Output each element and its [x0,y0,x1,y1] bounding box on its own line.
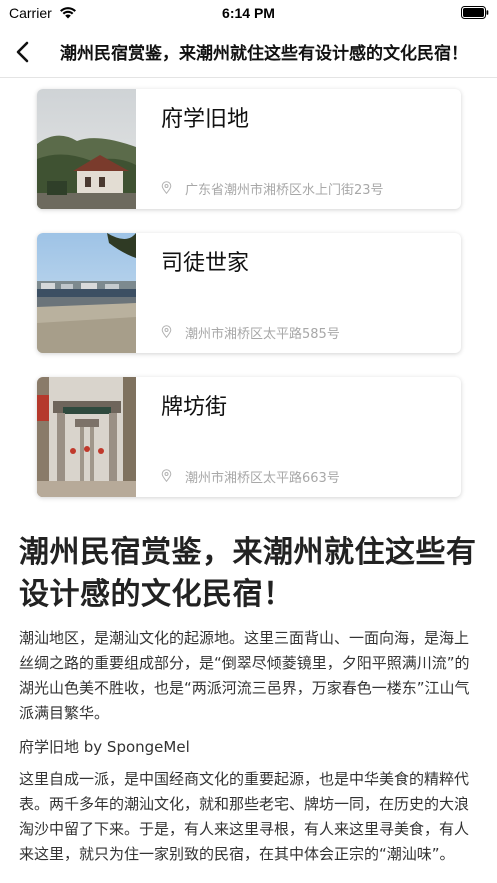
homestay-card[interactable]: 司徒世家 潮州市湘桥区太平路585号 [37,233,461,353]
card-address: 广东省潮州市湘桥区水上门街23号 [185,183,384,198]
navigation-bar: 潮州民宿赏鉴，来潮州就住这些有设计感的文化民宿！ [0,26,497,78]
homestay-card[interactable]: 府学旧地 广东省潮州市湘桥区水上门街23号 [37,89,461,209]
location-pin-icon [161,469,172,482]
card-title: 牌坊街 [161,395,228,420]
homestay-card-list: 府学旧地 广东省潮州市湘桥区水上门街23号 司徒世家 潮州市湘桥区太平路585号… [37,89,461,521]
card-title: 府学旧地 [161,107,250,132]
back-button[interactable] [10,36,38,68]
card-thumbnail [37,377,136,497]
article-paragraph: 这里自成一派，是中国经商文化的重要起源，也是中华美食的精粹代表。两千多年的潮汕文… [19,770,470,863]
article-title: 潮州民宿赏鉴，来潮州就住这些有设计感的文化民宿！ [19,535,477,612]
nav-title: 潮州民宿赏鉴，来潮州就住这些有设计感的文化民宿！ [60,44,468,64]
battery-icon [461,6,489,19]
card-address: 潮州市湘桥区太平路585号 [185,327,340,342]
homestay-card[interactable]: 牌坊街 潮州市湘桥区太平路663号 [37,377,461,497]
location-pin-icon [161,325,172,338]
card-thumbnail [37,89,136,209]
card-title: 司徒世家 [161,251,250,276]
image-caption: 府学旧地 by SpongeMel [19,738,190,756]
article-body: 潮州民宿赏鉴，来潮州就住这些有设计感的文化民宿！ 潮汕地区，是潮汕文化的起源地。… [19,532,479,867]
card-thumbnail [37,233,136,353]
location-pin-icon [161,181,172,194]
status-bar: Carrier 6:14 PM [0,0,497,26]
card-address: 潮州市湘桥区太平路663号 [185,471,340,486]
clock-time: 6:14 PM [222,5,275,21]
article-paragraph: 潮汕地区，是潮汕文化的起源地。这里三面背山、一面向海，是海上丝绸之路的重要组成部… [19,629,470,722]
chevron-left-icon [16,41,29,63]
